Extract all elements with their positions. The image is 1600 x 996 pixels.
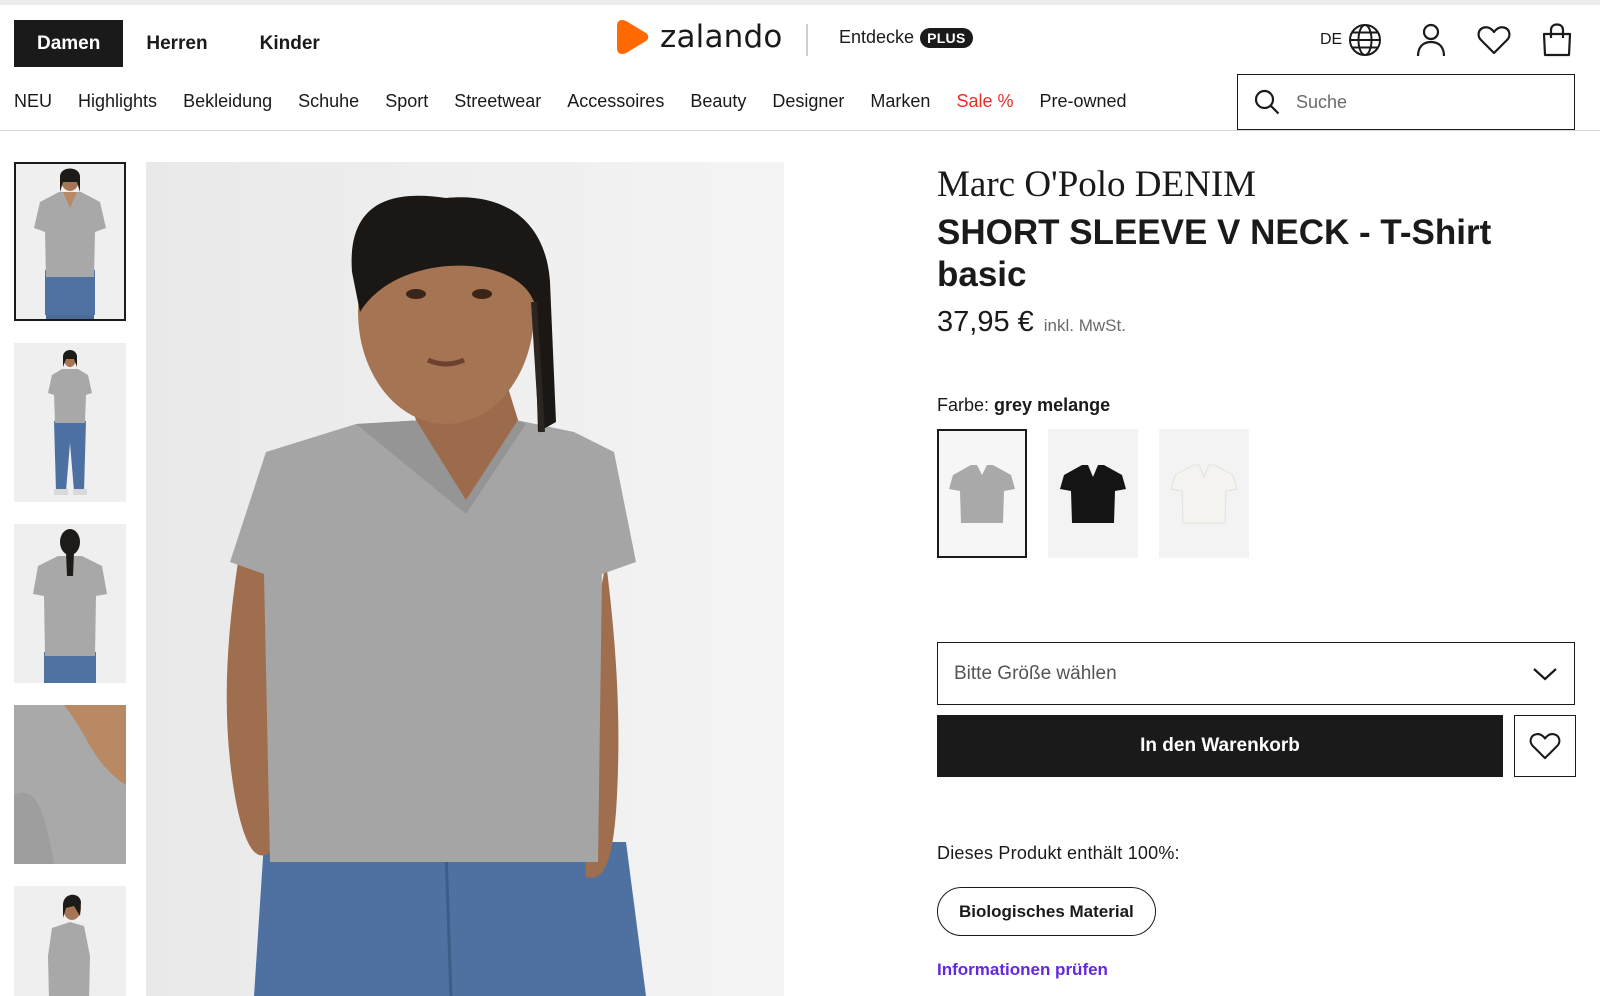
color-label-prefix: Farbe:: [937, 395, 990, 415]
entdecke-label: Entdecke: [839, 27, 915, 47]
add-to-cart-button[interactable]: In den Warenkorb: [937, 715, 1503, 777]
search-input[interactable]: [1296, 91, 1556, 113]
tshirt-white-icon: [1170, 464, 1238, 523]
logo-wordmark: zalando: [660, 19, 783, 55]
gallery-thumbnail-4[interactable]: [14, 705, 126, 864]
header-divider: [806, 24, 808, 56]
gender-tabs: Damen Herren Kinder: [14, 20, 343, 67]
language-selector[interactable]: DE: [1320, 20, 1382, 60]
gallery-thumbnail-2[interactable]: [14, 343, 126, 502]
nav-item-highlights[interactable]: Highlights: [78, 91, 157, 112]
nav-item-bekleidung[interactable]: Bekleidung: [183, 91, 272, 112]
model-photo: [146, 162, 784, 996]
product-main-image[interactable]: [146, 162, 784, 996]
entdecke-plus-link[interactable]: Entdecke PLUS: [839, 27, 973, 48]
thumbnail-image-front: [14, 162, 126, 321]
chevron-down-icon: [1533, 667, 1557, 680]
zalando-logo-icon: [617, 20, 649, 54]
nav-item-pre-owned[interactable]: Pre-owned: [1039, 91, 1126, 112]
nav-item-schuhe[interactable]: Schuhe: [298, 91, 359, 112]
color-swatch-black[interactable]: [1048, 429, 1138, 558]
account-button[interactable]: [1411, 20, 1451, 60]
thumbnail-image-back: [14, 524, 126, 683]
info-link[interactable]: Informationen prüfen: [937, 960, 1108, 980]
material-badge[interactable]: Biologisches Material: [937, 887, 1156, 936]
thumbnail-image-full-body: [14, 343, 126, 502]
color-label: Farbe: grey melange: [937, 395, 1110, 416]
nav-item-marken[interactable]: Marken: [870, 91, 930, 112]
cart-button[interactable]: [1537, 20, 1577, 60]
nav-item-streetwear[interactable]: Streetwear: [454, 91, 541, 112]
product-brand[interactable]: Marc O'Polo DENIM: [937, 163, 1256, 206]
tab-herren[interactable]: Herren: [123, 20, 230, 67]
zalando-logo[interactable]: zalando: [616, 18, 783, 56]
tab-kinder[interactable]: Kinder: [231, 20, 343, 67]
size-select[interactable]: Bitte Größe wählen: [937, 642, 1575, 705]
header-divider-line: [0, 130, 1600, 131]
nav-item-sport[interactable]: Sport: [385, 91, 428, 112]
category-nav: NEU Highlights Bekleidung Schuhe Sport S…: [14, 91, 1127, 112]
nav-item-accessoires[interactable]: Accessoires: [567, 91, 664, 112]
product-name: SHORT SLEEVE V NECK - T-Shirt basic: [937, 213, 1492, 294]
thumbnail-image-side: [14, 886, 126, 996]
search-icon: [1254, 89, 1280, 115]
gallery-thumbnail-5[interactable]: [14, 886, 126, 996]
gallery-thumbnail-3[interactable]: [14, 524, 126, 683]
color-swatch-white[interactable]: [1159, 429, 1249, 558]
vat-note: inkl. MwSt.: [1043, 316, 1126, 335]
heart-icon: [1529, 733, 1561, 760]
user-icon: [1416, 23, 1446, 57]
language-code: DE: [1320, 31, 1343, 48]
gallery-thumbnail-1[interactable]: [14, 162, 126, 321]
wishlist-button[interactable]: [1474, 20, 1514, 60]
product-price: 37,95 €: [937, 306, 1034, 338]
search-box[interactable]: [1237, 74, 1575, 130]
price-row: 37,95 € inkl. MwSt.: [937, 306, 1126, 339]
material-info: Dieses Produkt enthält 100%:: [937, 843, 1180, 863]
nav-item-sale[interactable]: Sale %: [956, 91, 1013, 112]
globe-icon: [1349, 24, 1382, 56]
nav-item-beauty[interactable]: Beauty: [690, 91, 746, 112]
plus-badge: PLUS: [920, 27, 973, 48]
color-swatch-grey[interactable]: [937, 429, 1027, 558]
bag-icon: [1542, 23, 1572, 57]
nav-item-designer[interactable]: Designer: [772, 91, 844, 112]
add-to-wishlist-button[interactable]: [1514, 715, 1576, 777]
heart-icon: [1477, 26, 1511, 55]
color-value: grey melange: [994, 395, 1111, 415]
tshirt-black-icon: [1060, 464, 1126, 523]
tshirt-grey-icon: [949, 464, 1015, 523]
nav-item-neu[interactable]: NEU: [14, 91, 52, 112]
thumbnail-image-detail: [14, 705, 126, 864]
tab-damen[interactable]: Damen: [14, 20, 124, 67]
size-select-placeholder: Bitte Größe wählen: [954, 662, 1117, 684]
top-bar-line: [0, 0, 1600, 5]
